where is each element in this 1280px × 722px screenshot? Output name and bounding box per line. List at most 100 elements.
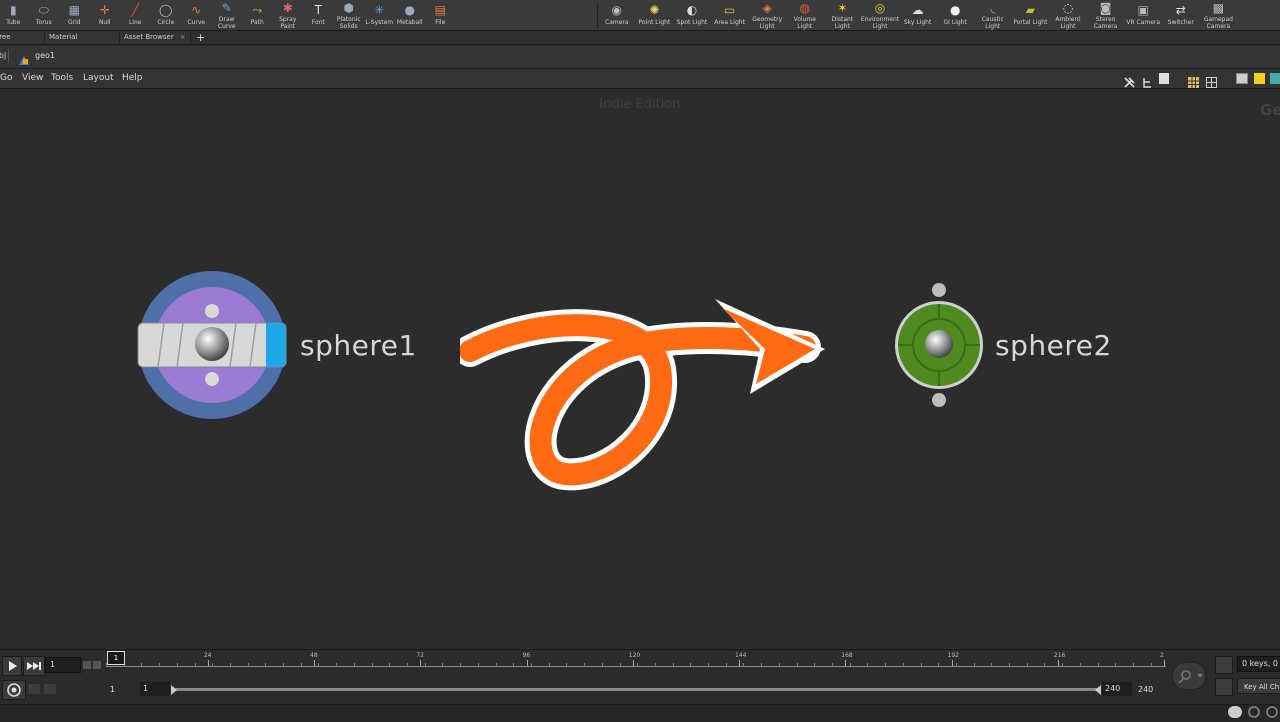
shelf-tool-null[interactable]: ✛ Null (90, 0, 121, 30)
tab-tree-view[interactable]: Tree View× (0, 31, 45, 54)
start-frame-field[interactable]: 1 (110, 685, 115, 694)
list-view-icon[interactable] (1159, 73, 1169, 84)
sphere2-node[interactable] (892, 281, 986, 411)
shelf-tool-platonic-solids[interactable]: ⬢ Platonic Solids (334, 0, 365, 30)
shelf-tool-vr-camera[interactable]: ▣ VR Camera (1124, 0, 1162, 30)
shelf-tool-circle[interactable]: ◯ Circle (151, 0, 182, 30)
shelf-tool-torus[interactable]: ⬭ Torus (29, 0, 60, 30)
add-tab-icon[interactable]: + (196, 31, 205, 44)
key-mode-icon[interactable] (1172, 662, 1206, 690)
next-key-icon[interactable] (44, 684, 56, 694)
shelf-tool-stereo-camera[interactable]: ◙ Stereo Camera (1087, 0, 1125, 30)
sphere1-label[interactable]: sphere1 (300, 329, 417, 362)
shelf-tool-camera[interactable]: ◉ Camera (598, 0, 636, 30)
pane-tab-bar: Tree View× Material Palette× Asset Brows… (0, 31, 1280, 54)
sticky-note-icon[interactable] (1254, 73, 1265, 84)
shelf-tool-metaball[interactable]: ● Metaball (395, 0, 426, 30)
key-all-channels-button[interactable]: Key All Ch (1237, 678, 1280, 694)
end-frame-field[interactable]: 240 (1138, 685, 1153, 694)
sky-light-icon: ☁ (911, 2, 924, 17)
tree-layout-icon[interactable] (1142, 73, 1152, 88)
shelf-tool-curve[interactable]: ∿ Curve (181, 0, 212, 30)
menu-go[interactable]: Go (0, 69, 12, 88)
range-start-field[interactable]: 1 (140, 682, 170, 696)
table-view-icon[interactable] (1206, 73, 1217, 88)
shelf-tool-volume-light[interactable]: ◍ Volume Light (786, 0, 824, 30)
menu-help[interactable]: Help (122, 69, 143, 88)
menu-view[interactable]: View (22, 69, 43, 88)
sphere1-node[interactable] (136, 271, 288, 419)
ruler-tick-label: 48 (310, 652, 318, 659)
sphere2-label[interactable]: sphere2 (995, 329, 1112, 362)
shelf-tool-spot-light[interactable]: ◐ Spot Light (673, 0, 711, 30)
shelf-tool-label: VR Camera (1126, 19, 1161, 26)
shelf-tool-caustic-light[interactable]: ◟ Caustic Light (974, 0, 1012, 30)
shelf-tool-geometry-light[interactable]: ◈ Geometry Light (748, 0, 786, 30)
spray-paint-icon: ✱ (282, 1, 293, 15)
ruler-tick (530, 663, 532, 666)
jump-end-button[interactable] (23, 656, 45, 676)
tab-material-palette[interactable]: Material Palette× (45, 31, 120, 54)
shelf-tool-switcher[interactable]: ⇄ Switcher (1162, 0, 1200, 30)
grid-view-icon[interactable] (1188, 73, 1199, 88)
ruler-tick-label: 72 (416, 652, 424, 659)
platonic-solids-icon: ⬢ (343, 1, 354, 15)
close-icon[interactable]: × (180, 33, 186, 41)
shelf-tool-l-system[interactable]: ✳ L-System (364, 0, 395, 30)
playhead-frame-box[interactable]: 1 (107, 651, 125, 665)
shelf-tool-area-light[interactable]: ▭ Area Light (711, 0, 749, 30)
shelf-tool-line[interactable]: ╱ Line (120, 0, 151, 30)
step-back-icon[interactable] (83, 661, 91, 669)
range-slider-start-handle[interactable] (171, 685, 177, 695)
network-editor[interactable]: Indie Edition Geo sphere1 (0, 89, 1280, 649)
wrench-icon[interactable] (1124, 73, 1135, 88)
shelf-tool-spray-paint[interactable]: ✱ Spray Paint (273, 0, 304, 30)
ruler-tick (814, 663, 816, 666)
prev-key-icon[interactable] (28, 684, 40, 694)
path-current-geo[interactable]: geo1 (35, 51, 55, 60)
play-button[interactable] (2, 656, 22, 676)
image-icon[interactable] (1236, 73, 1248, 84)
channel-list-icon[interactable] (1215, 678, 1233, 696)
shelf-tool-sky-light[interactable]: ☁ Sky Light (899, 0, 937, 30)
current-frame-field[interactable]: 1 (45, 657, 81, 673)
ruler-tick (761, 663, 763, 666)
shelf-tool-point-light[interactable]: ✺ Point Light (636, 0, 674, 30)
step-forward-icon[interactable] (93, 661, 101, 669)
keys-channel-icon[interactable] (1215, 656, 1233, 674)
timeline-ruler[interactable]: 24 48 72 96 120 144 168 192 216 2 1 (106, 650, 1168, 674)
shelf-tool-environment-light[interactable]: ◎ Environment Light (861, 0, 899, 30)
refresh-icon[interactable] (1248, 706, 1260, 718)
range-slider-end-handle[interactable] (1095, 685, 1101, 695)
shelf-tool-file[interactable]: ▤ File (425, 0, 456, 30)
shelf-tool-tube[interactable]: ▮ Tube (0, 0, 29, 30)
shelf-tool-portal-light[interactable]: ▰ Portal Light (1012, 0, 1050, 30)
ruler-tick (513, 663, 515, 666)
shelf-tool-draw-curve[interactable]: ✎ Draw Curve (212, 0, 243, 30)
range-end-field[interactable]: 240 (1102, 682, 1132, 696)
shelf-tool-grid[interactable]: ▦ Grid (59, 0, 90, 30)
shelf-tool-label: Path (250, 19, 264, 26)
shelf-tool-gi-light[interactable]: ● GI Light (936, 0, 974, 30)
curve-icon: ∿ (191, 2, 202, 17)
shelf-tool-gamepad-camera[interactable]: ▩ Gamepad Camera (1200, 0, 1238, 30)
path-bar: obj geo1 (0, 46, 1280, 69)
shelf-tool-font[interactable]: T Font (303, 0, 334, 30)
path-obj[interactable]: obj (0, 51, 6, 60)
chat-icon[interactable] (1228, 706, 1242, 718)
vr-camera-icon: ▣ (1137, 2, 1149, 17)
shelf-tool-label: Platonic Solids (336, 16, 361, 30)
menu-layout[interactable]: Layout (83, 69, 114, 88)
shelf-tool-label: Draw Curve (217, 16, 236, 30)
ruler-tick (1044, 663, 1046, 666)
menu-tools[interactable]: Tools (51, 69, 73, 88)
tab-asset-browser[interactable]: Asset Browser × (120, 31, 191, 44)
range-slider[interactable] (173, 688, 1101, 691)
bookmark-icon[interactable] (1270, 73, 1280, 84)
shelf-tool-ambient-light[interactable]: ◌ Ambient Light (1049, 0, 1087, 30)
shelf-tool-path[interactable]: ⤳ Path (242, 0, 273, 30)
update-icon[interactable] (1266, 706, 1278, 718)
shelf-tool-distant-light[interactable]: ✶ Distant Light (824, 0, 862, 30)
realtime-toggle-button[interactable] (2, 680, 26, 700)
shelf-tool-label: Tube (6, 19, 21, 26)
